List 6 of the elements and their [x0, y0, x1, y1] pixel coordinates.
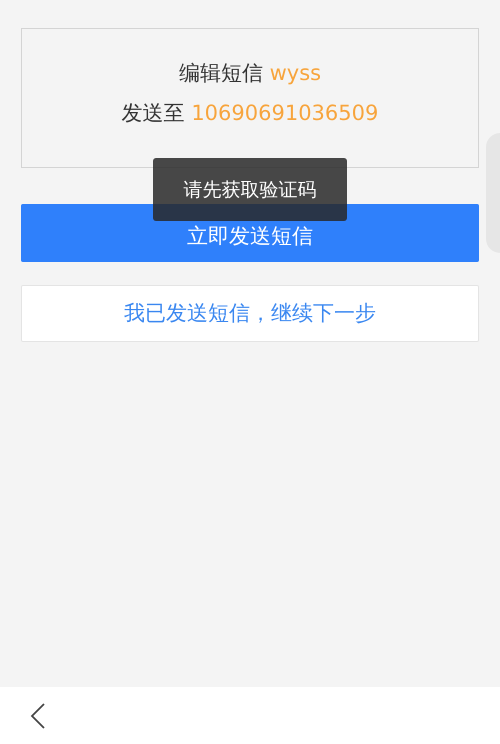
toast-message: 请先获取验证码	[153, 158, 347, 221]
card-text: 发送至 10690691036509	[122, 100, 378, 127]
back-button[interactable]	[30, 702, 46, 728]
card-text: 编辑短信 wyss	[178, 60, 322, 87]
chevron-left-icon	[30, 702, 46, 728]
next-step-button[interactable]: 我已发送短信，继续下一步	[21, 285, 479, 342]
